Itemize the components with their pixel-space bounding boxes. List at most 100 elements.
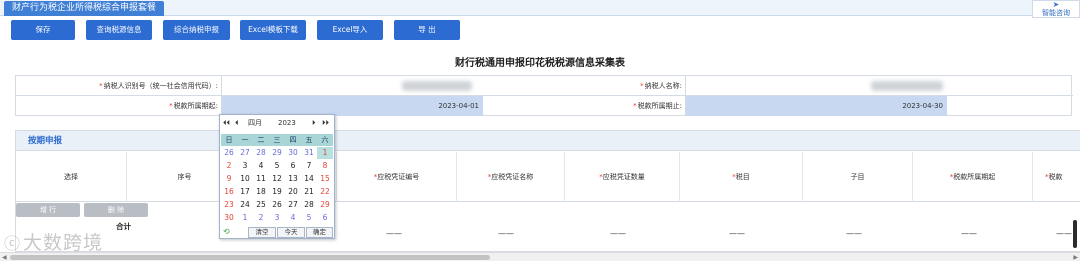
total-cell: —— <box>846 229 862 238</box>
tab-tax-package[interactable]: 财产行为税企业所得税综合申报套餐 <box>4 1 165 16</box>
info-row: *税款所属期起: 2023-04-01 *税款所属期止: 2023-04-30 <box>16 96 1073 116</box>
column-header: *应税凭证名称 <box>456 152 564 202</box>
calendar-day[interactable]: 5 <box>269 160 285 172</box>
calendar-day[interactable]: 17 <box>237 186 253 198</box>
calendar-day[interactable]: 26 <box>269 199 285 211</box>
prev-year-icon[interactable]: ⏴⏴ <box>223 115 230 132</box>
weekday-label: 五 <box>305 136 313 144</box>
taxpayer-id-label: *纳税人识别号（统一社会信用代码）: <box>99 82 218 90</box>
export-button[interactable]: 导 出 <box>394 20 460 40</box>
calendar-day[interactable]: 3 <box>269 212 285 224</box>
column-header: 子目 <box>802 152 912 202</box>
calendar-day[interactable]: 9 <box>221 173 237 185</box>
calendar-day[interactable]: 2 <box>253 212 269 224</box>
total-cell: —— <box>729 229 745 238</box>
period-start-field[interactable]: 2023-04-01 <box>221 96 483 116</box>
column-header: *应税凭证编号 <box>336 152 456 202</box>
delete-row-button[interactable]: 删 除 <box>84 203 148 217</box>
total-row: 合计 —— —— —— —— —— —— —— <box>16 219 1080 241</box>
excel-import-button[interactable]: Excel导入 <box>317 20 383 40</box>
taxpayer-id-field <box>221 76 483 96</box>
calendar-day[interactable]: 21 <box>301 186 317 198</box>
calendar-day[interactable]: 27 <box>285 199 301 211</box>
calendar-day[interactable]: 30 <box>285 147 301 159</box>
calendar-day[interactable]: 16 <box>221 186 237 198</box>
save-button[interactable]: 保存 <box>11 20 75 40</box>
calendar-day[interactable]: 25 <box>253 199 269 211</box>
scroll-right-icon[interactable]: ▶ <box>1073 253 1078 261</box>
today-button[interactable]: 今天 <box>277 227 305 238</box>
calendar-day[interactable]: 4 <box>285 212 301 224</box>
calendar-day[interactable]: 27 <box>237 147 253 159</box>
watermark: ⓒ 大数跨境 <box>4 232 104 254</box>
month-select[interactable]: 四月 <box>248 115 262 132</box>
comprehensive-declare-button[interactable]: 综合纳税申报 <box>163 20 230 40</box>
calendar-day[interactable]: 1 <box>317 147 333 159</box>
calendar-day[interactable]: 29 <box>269 147 285 159</box>
year-select[interactable]: 2023 <box>278 115 296 132</box>
calendar-day[interactable]: 3 <box>237 160 253 172</box>
taxpayer-name-field <box>685 76 1073 96</box>
calendar-day[interactable]: 24 <box>237 199 253 211</box>
calendar-day[interactable]: 10 <box>237 173 253 185</box>
calendar-day[interactable]: 4 <box>253 160 269 172</box>
next-month-icon[interactable]: ⏵ <box>312 115 316 132</box>
calendar-day[interactable]: 30 <box>221 212 237 224</box>
horizontal-scroll-thumb[interactable] <box>10 255 490 260</box>
calendar-day[interactable]: 8 <box>317 160 333 172</box>
calendar-day[interactable]: 29 <box>317 199 333 211</box>
date-picker-header: ⏴⏴ ⏴ 四月 2023 ⏵ ⏵⏵ <box>220 115 334 132</box>
query-tax-source-button[interactable]: 查询税源信息 <box>86 20 152 40</box>
period-end-label: *税款所属期止: <box>633 102 682 110</box>
chat-icon: ➤ <box>1052 0 1060 9</box>
calendar-day[interactable]: 18 <box>253 186 269 198</box>
calendar-day[interactable]: 1 <box>237 212 253 224</box>
calendar-day[interactable]: 11 <box>253 173 269 185</box>
calendar-day[interactable]: 28 <box>253 147 269 159</box>
total-cell: —— <box>1056 229 1072 238</box>
day-grid: 26 27 28 29 30 31 1 2 3 4 5 6 7 8 9 10 11 12 13 14 15 16 17 18 1… <box>221 147 333 231</box>
calendar-day[interactable]: 13 <box>285 173 301 185</box>
calendar-day[interactable]: 7 <box>301 160 317 172</box>
confirm-button[interactable]: 确定 <box>306 227 333 238</box>
smart-consult-label: 智能咨询 <box>1042 9 1070 17</box>
calendar-day[interactable]: 12 <box>269 173 285 185</box>
calendar-day[interactable]: 20 <box>285 186 301 198</box>
calendar-day[interactable]: 5 <box>301 212 317 224</box>
prev-month-icon[interactable]: ⏴ <box>235 115 239 132</box>
calendar-day[interactable]: 23 <box>221 199 237 211</box>
horizontal-scrollbar[interactable]: ◀ ▶ <box>0 252 1080 261</box>
tab-strip: 财产行为税企业所得税综合申报套餐 <box>0 0 1080 16</box>
calendar-day[interactable]: 14 <box>301 173 317 185</box>
calendar-day[interactable]: 28 <box>301 199 317 211</box>
next-year-icon[interactable]: ⏵⏵ <box>322 115 329 132</box>
vertical-scrollbar[interactable] <box>1072 220 1078 250</box>
period-end-field[interactable]: 2023-04-30 <box>685 96 947 116</box>
info-row: *纳税人识别号（统一社会信用代码）: *纳税人名称: <box>16 76 1073 96</box>
calendar-day[interactable]: 19 <box>269 186 285 198</box>
weekday-row: 日 一 二 三 四 五 六 <box>221 134 333 146</box>
smart-consult-button[interactable]: ➤ 智能咨询 <box>1032 0 1080 18</box>
calendar-day[interactable]: 26 <box>221 147 237 159</box>
vertical-scroll-thumb[interactable] <box>1073 220 1077 248</box>
calendar-day[interactable]: 6 <box>285 160 301 172</box>
period-start-label: *税款所属期起: <box>169 102 218 110</box>
excel-template-download-button[interactable]: Excel模板下载 <box>240 20 306 40</box>
calendar-day[interactable]: 2 <box>221 160 237 172</box>
calendar-day[interactable]: 31 <box>301 147 317 159</box>
weekday-label: 日 <box>225 136 233 144</box>
column-header: *税目 <box>679 152 802 202</box>
date-picker-footer: ⟲ 清空 今天 确定 <box>220 226 334 239</box>
calendar-day[interactable]: 6 <box>317 212 333 224</box>
refresh-icon[interactable]: ⟲ <box>223 227 230 236</box>
add-row-button[interactable]: 增 行 <box>16 203 80 217</box>
total-label: 合计 <box>116 222 131 231</box>
scroll-left-icon[interactable]: ◀ <box>2 253 7 261</box>
app-window: 财产行为税企业所得税综合申报套餐 ➤ 智能咨询 保存 查询税源信息 综合纳税申报… <box>0 0 1080 261</box>
total-cell: —— <box>386 229 402 238</box>
calendar-day[interactable]: 15 <box>317 173 333 185</box>
calendar-day[interactable]: 22 <box>317 186 333 198</box>
weekday-label: 一 <box>241 136 249 144</box>
clear-button[interactable]: 清空 <box>248 227 276 238</box>
periodic-declare-section: 按期申报 选择 序号 *应税凭证编号 *应税凭证名称 *应税凭证数量 *税目 子… <box>15 130 1080 252</box>
